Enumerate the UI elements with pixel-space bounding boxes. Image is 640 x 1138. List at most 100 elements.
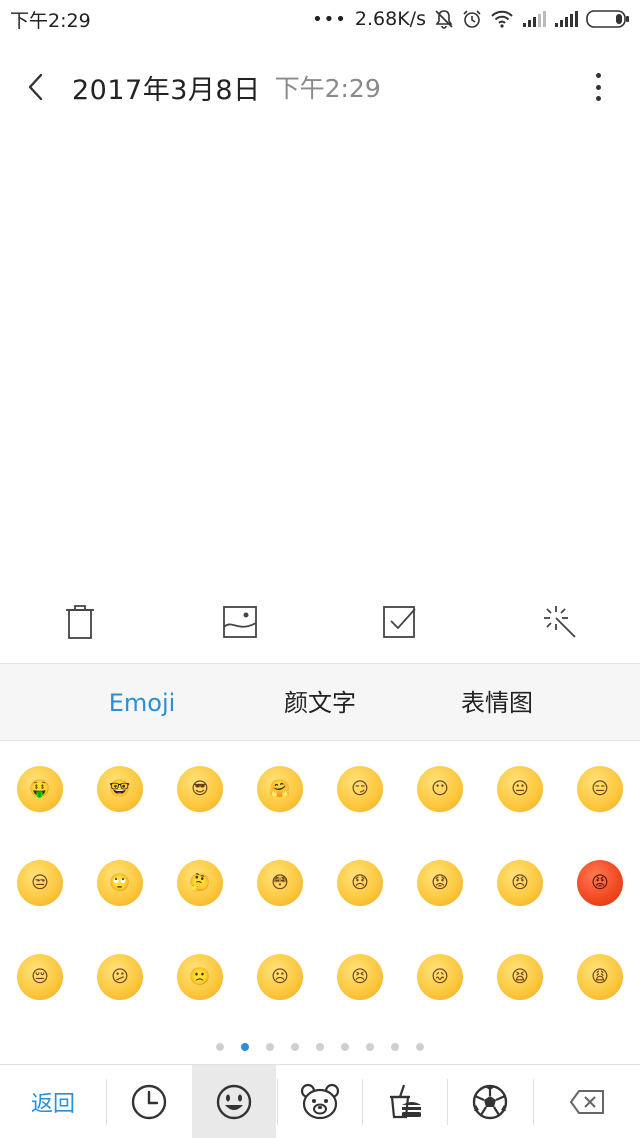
emoji-sunglasses[interactable]: 😎 bbox=[160, 742, 240, 836]
page-dot[interactable] bbox=[366, 1043, 374, 1051]
network-speed: 2.68K/s bbox=[354, 8, 426, 30]
signal-icon-2 bbox=[555, 11, 578, 27]
page-dot[interactable] bbox=[266, 1043, 274, 1051]
emoji-glyph: 😒 bbox=[17, 860, 63, 906]
insert-image-button[interactable] bbox=[216, 598, 264, 646]
return-button[interactable]: 返回 bbox=[0, 1065, 106, 1138]
note-toolbar bbox=[0, 590, 640, 650]
emoji-pouting[interactable]: 😡 bbox=[560, 836, 640, 930]
soccer-ball-icon bbox=[472, 1084, 508, 1120]
alarm-icon bbox=[463, 10, 481, 28]
backspace-button[interactable] bbox=[534, 1065, 640, 1138]
page-dot-active[interactable] bbox=[241, 1043, 249, 1051]
signal-icon-1 bbox=[523, 11, 546, 27]
emoji-category-bar: 返回 bbox=[0, 1064, 640, 1138]
emoji-slightly-frowning[interactable]: 🙁 bbox=[160, 930, 240, 1024]
status-bar: 下午2:29 ••• 2.68K/s bbox=[0, 0, 640, 38]
emoji-persevering[interactable]: 😣 bbox=[320, 930, 400, 1024]
title-bar: 2017年3月8日 下午2:29 bbox=[0, 55, 640, 119]
emoji-frowning[interactable]: ☹ bbox=[240, 930, 320, 1024]
chevron-left-icon bbox=[28, 73, 43, 101]
emoji-weary[interactable]: 😩 bbox=[560, 930, 640, 1024]
note-editor[interactable] bbox=[0, 130, 640, 580]
magic-wand-button[interactable] bbox=[536, 598, 584, 646]
category-animals[interactable] bbox=[278, 1065, 362, 1138]
more-options-button[interactable] bbox=[586, 69, 610, 105]
bear-icon bbox=[300, 1083, 340, 1120]
page-dot[interactable] bbox=[391, 1043, 399, 1051]
emoji-glyph: 🙁 bbox=[177, 954, 223, 1000]
emoji-glyph: 🤑 bbox=[17, 766, 63, 812]
emoji-glyph: 😕 bbox=[97, 954, 143, 1000]
emoji-nerd[interactable]: 🤓 bbox=[80, 742, 160, 836]
emoji-confounded[interactable]: 😖 bbox=[400, 930, 480, 1024]
category-smileys[interactable] bbox=[192, 1065, 276, 1138]
emoji-tired[interactable]: 😫 bbox=[480, 930, 560, 1024]
emoji-rolling-eyes[interactable]: 🙄 bbox=[80, 836, 160, 930]
delete-button[interactable] bbox=[56, 598, 104, 646]
emoji-hugging[interactable]: 🤗 bbox=[240, 742, 320, 836]
more-dot bbox=[595, 73, 601, 78]
emoji-glyph: 😟 bbox=[417, 860, 463, 906]
emoji-glyph: 😣 bbox=[337, 954, 383, 1000]
smiley-icon bbox=[216, 1084, 252, 1120]
emoji-worried[interactable]: 😟 bbox=[400, 836, 480, 930]
battery-icon bbox=[586, 10, 629, 28]
category-food[interactable] bbox=[363, 1065, 447, 1138]
back-button[interactable] bbox=[0, 55, 72, 119]
emoji-no-mouth[interactable]: 😶 bbox=[400, 742, 480, 836]
emoji-glyph: 😳 bbox=[257, 860, 303, 906]
more-dot bbox=[595, 96, 601, 101]
category-activities[interactable] bbox=[448, 1065, 532, 1138]
backspace-icon bbox=[569, 1090, 604, 1114]
emoji-neutral[interactable]: 😐 bbox=[480, 742, 560, 836]
page-dot[interactable] bbox=[341, 1043, 349, 1051]
page-dot[interactable] bbox=[316, 1043, 324, 1051]
emoji-confused[interactable]: 😕 bbox=[80, 930, 160, 1024]
page-dot[interactable] bbox=[216, 1043, 224, 1051]
emoji-grid: 🤑 🤓 😎 🤗 😏 😶 😐 😑 😒 🙄 🤔 😳 😞 😟 😠 😡 😔 😕 🙁 ☹ … bbox=[0, 742, 640, 1032]
emoji-thinking[interactable]: 🤔 bbox=[160, 836, 240, 930]
more-notifications-icon: ••• bbox=[312, 8, 347, 30]
clock-icon bbox=[131, 1084, 167, 1120]
emoji-glyph: 😫 bbox=[497, 954, 543, 1000]
emoji-glyph: 🤗 bbox=[257, 766, 303, 812]
emoji-angry[interactable]: 😠 bbox=[480, 836, 560, 930]
emoji-glyph: 😔 bbox=[17, 954, 63, 1000]
page-indicator bbox=[0, 1040, 640, 1054]
emoji-glyph: 🤓 bbox=[97, 766, 143, 812]
emoji-smirk[interactable]: 😏 bbox=[320, 742, 400, 836]
emoji-pensive[interactable]: 😔 bbox=[0, 930, 80, 1024]
note-date: 2017年3月8日 bbox=[72, 74, 261, 106]
more-dot bbox=[595, 84, 601, 90]
magic-wand-icon bbox=[544, 606, 576, 638]
page-dot[interactable] bbox=[416, 1043, 424, 1051]
emoji-expressionless[interactable]: 😑 bbox=[560, 742, 640, 836]
emoji-glyph: 😏 bbox=[337, 766, 383, 812]
emoji-glyph: 😎 bbox=[177, 766, 223, 812]
emoji-glyph: 😩 bbox=[577, 954, 623, 1000]
page-dot[interactable] bbox=[291, 1043, 299, 1051]
emoji-unamused[interactable]: 😒 bbox=[0, 836, 80, 930]
tab-emoji[interactable]: Emoji bbox=[67, 664, 217, 742]
checkbox-icon bbox=[383, 606, 416, 638]
emoji-glyph: 😶 bbox=[417, 766, 463, 812]
emoji-glyph: 😞 bbox=[337, 860, 383, 906]
category-recent[interactable] bbox=[107, 1065, 191, 1138]
checklist-button[interactable] bbox=[376, 598, 424, 646]
emoji-glyph: 😐 bbox=[497, 766, 543, 812]
emoji-glyph: 😠 bbox=[497, 860, 543, 906]
food-icon bbox=[390, 1084, 421, 1119]
emoji-disappointed[interactable]: 😞 bbox=[320, 836, 400, 930]
emoji-money-mouth[interactable]: 🤑 bbox=[0, 742, 80, 836]
emoji-flushed[interactable]: 😳 bbox=[240, 836, 320, 930]
emoji-glyph: ☹ bbox=[257, 954, 303, 1000]
emoji-glyph: 😖 bbox=[417, 954, 463, 1000]
emoji-tab-bar: Emoji 颜文字 表情图 bbox=[0, 663, 640, 741]
trash-icon bbox=[66, 605, 94, 639]
wifi-icon bbox=[491, 10, 513, 28]
tab-stickers[interactable]: 表情图 bbox=[422, 664, 572, 742]
image-icon bbox=[223, 606, 257, 638]
tab-kaomoji[interactable]: 颜文字 bbox=[245, 664, 395, 742]
mute-bell-icon bbox=[435, 10, 453, 29]
